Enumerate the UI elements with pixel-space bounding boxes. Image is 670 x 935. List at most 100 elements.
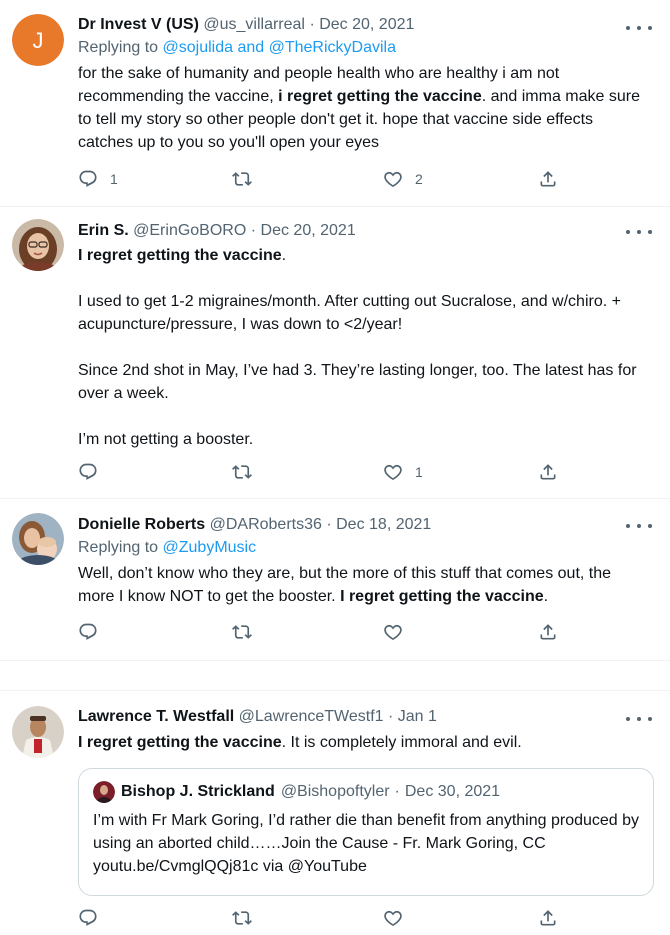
retweet-button[interactable] bbox=[232, 168, 252, 190]
display-name[interactable]: Lawrence T. Westfall bbox=[78, 708, 234, 725]
tweet-text-part: . It is completely immoral and evil. bbox=[281, 734, 522, 751]
display-name[interactable]: Erin S. bbox=[78, 222, 129, 239]
reply-icon bbox=[78, 169, 98, 189]
display-name[interactable]: Donielle Roberts bbox=[78, 516, 205, 533]
like-button[interactable]: 1 bbox=[383, 461, 423, 483]
more-icon[interactable] bbox=[626, 225, 652, 239]
like-count: 1 bbox=[415, 464, 423, 480]
more-icon[interactable] bbox=[626, 712, 652, 726]
tweet-lawrence[interactable]: Lawrence T. Westfall @LawrenceTWestf1 · … bbox=[0, 692, 670, 935]
tweet-actions bbox=[78, 621, 558, 643]
like-button[interactable] bbox=[383, 907, 403, 929]
avatar[interactable] bbox=[12, 706, 64, 758]
reply-count: 1 bbox=[110, 171, 118, 187]
avatar[interactable] bbox=[12, 219, 64, 271]
user-handle[interactable]: @us_villarreal bbox=[203, 16, 305, 33]
tweet-text: I regret getting the vaccine. I used to … bbox=[78, 244, 648, 451]
quoted-tweet-date: Dec 30, 2021 bbox=[404, 783, 501, 800]
like-button[interactable]: 2 bbox=[383, 168, 423, 190]
like-count: 2 bbox=[415, 171, 423, 187]
tweet-header: Donielle Roberts @DARoberts36 · Dec 18, … bbox=[78, 512, 431, 538]
user-handle[interactable]: @LawrenceTWestf1 bbox=[239, 708, 384, 725]
tweet-text-part: . bbox=[543, 588, 549, 605]
separator-dot: · bbox=[309, 16, 315, 33]
retweet-icon bbox=[232, 462, 252, 482]
share-button[interactable] bbox=[538, 907, 558, 929]
tweet-actions: 1 2 bbox=[78, 168, 558, 190]
avatar-image bbox=[12, 219, 64, 271]
retweet-icon bbox=[232, 169, 252, 189]
reply-button[interactable] bbox=[78, 621, 98, 643]
avatar[interactable]: J bbox=[12, 14, 64, 66]
like-icon bbox=[383, 169, 403, 189]
quoted-display-name: Bishop J. Strickland bbox=[121, 783, 275, 800]
tweet-text-bold: I regret getting the vaccine bbox=[78, 247, 282, 264]
reply-button[interactable] bbox=[78, 461, 98, 483]
replying-handles-link[interactable]: @sojulida and @TheRickyDavila bbox=[163, 39, 396, 56]
like-icon bbox=[383, 462, 403, 482]
tweet-date[interactable]: Dec 20, 2021 bbox=[319, 16, 414, 33]
replying-to: Replying to @sojulida and @TheRickyDavil… bbox=[78, 37, 396, 59]
reply-button[interactable] bbox=[78, 907, 98, 929]
retweet-icon bbox=[232, 622, 252, 642]
tweet-paragraph: Since 2nd shot in May, I’ve had 3. They’… bbox=[78, 362, 637, 402]
separator-dot: · bbox=[394, 783, 400, 800]
display-name[interactable]: Dr Invest V (US) bbox=[78, 16, 199, 33]
tweet-text-bold: I regret getting the vaccine bbox=[78, 734, 282, 751]
tweet-header: Dr Invest V (US) @us_villarreal · Dec 20… bbox=[78, 12, 414, 38]
avatar-image bbox=[12, 513, 64, 565]
tweet-text: Well, don’t know who they are, but the m… bbox=[78, 562, 648, 608]
share-icon bbox=[538, 462, 558, 482]
separator-dot: · bbox=[388, 708, 394, 725]
quoted-user-handle: @Bishopoftyler bbox=[280, 783, 390, 800]
tweet-text-bold: i regret getting the vaccine bbox=[278, 88, 482, 105]
retweet-button[interactable] bbox=[232, 907, 252, 929]
divider bbox=[0, 690, 670, 691]
share-icon bbox=[538, 169, 558, 189]
tweet-actions bbox=[78, 907, 558, 929]
reply-button[interactable]: 1 bbox=[78, 168, 118, 190]
more-icon[interactable] bbox=[626, 21, 652, 35]
tweet-header: Erin S. @ErinGoBORO · Dec 20, 2021 bbox=[78, 218, 356, 244]
retweet-button[interactable] bbox=[232, 621, 252, 643]
tweet-date[interactable]: Jan 1 bbox=[398, 708, 437, 725]
user-handle[interactable]: @ErinGoBORO bbox=[133, 222, 246, 239]
quoted-tweet-text: I’m with Fr Mark Goring, I’d rather die … bbox=[93, 812, 640, 875]
share-button[interactable] bbox=[538, 461, 558, 483]
user-handle[interactable]: @DARoberts36 bbox=[210, 516, 322, 533]
reply-icon bbox=[78, 908, 98, 928]
share-button[interactable] bbox=[538, 168, 558, 190]
retweet-button[interactable] bbox=[232, 461, 252, 483]
like-button[interactable] bbox=[383, 621, 403, 643]
share-icon bbox=[538, 908, 558, 928]
quoted-tweet-header: Bishop J. Strickland @Bishopoftyler · De… bbox=[93, 781, 500, 803]
tweet-date[interactable]: Dec 20, 2021 bbox=[261, 222, 356, 239]
avatar[interactable] bbox=[12, 513, 64, 565]
avatar-image bbox=[12, 706, 64, 758]
share-button[interactable] bbox=[538, 621, 558, 643]
replying-prefix: Replying to bbox=[78, 539, 159, 556]
tweet-header: Lawrence T. Westfall @LawrenceTWestf1 · … bbox=[78, 704, 437, 730]
avatar-image: J bbox=[12, 14, 64, 66]
reply-icon bbox=[78, 622, 98, 642]
tweet-text-bold: I regret getting the vaccine bbox=[340, 588, 544, 605]
replying-handles-link[interactable]: @ZubyMusic bbox=[163, 539, 257, 556]
tweet-erin[interactable]: Erin S. @ErinGoBORO · Dec 20, 2021 I reg… bbox=[0, 207, 670, 497]
tweet-date[interactable]: Dec 18, 2021 bbox=[336, 516, 431, 533]
tweet-text: for the sake of humanity and people heal… bbox=[78, 62, 648, 154]
like-icon bbox=[383, 908, 403, 928]
replying-to: Replying to @ZubyMusic bbox=[78, 537, 256, 559]
avatar-letter: J bbox=[33, 28, 44, 53]
separator-dot: · bbox=[250, 222, 257, 239]
quoted-tweet[interactable]: Bishop J. Strickland @Bishopoftyler · De… bbox=[78, 768, 654, 896]
quoted-avatar bbox=[93, 781, 115, 803]
tweet-donielle[interactable]: Donielle Roberts @DARoberts36 · Dec 18, … bbox=[0, 499, 670, 659]
tweet-paragraph: I’m not getting a booster. bbox=[78, 431, 254, 448]
tweet-dr-invest[interactable]: J Dr Invest V (US) @us_villarreal · Dec … bbox=[0, 0, 670, 205]
divider bbox=[0, 660, 670, 661]
tweet-paragraph: I used to get 1-2 migraines/month. After… bbox=[78, 293, 621, 333]
tweet-text: I regret getting the vaccine. It is comp… bbox=[78, 731, 648, 754]
separator-dot: · bbox=[326, 516, 332, 533]
replying-prefix: Replying to bbox=[78, 39, 159, 56]
more-icon[interactable] bbox=[626, 519, 652, 533]
